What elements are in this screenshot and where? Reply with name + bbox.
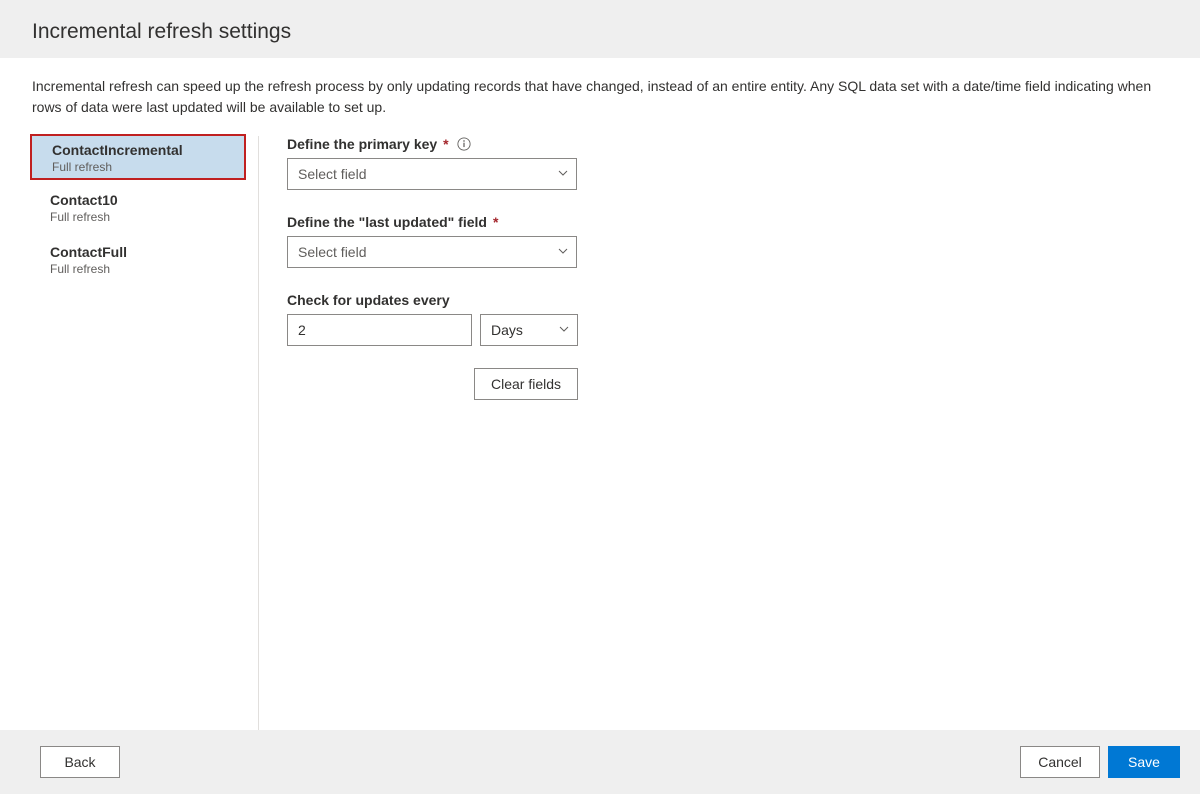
check-updates-unit-select[interactable]: Days: [480, 314, 578, 346]
primary-key-group: Define the primary key * Select field: [287, 136, 1168, 190]
unit-display: Days: [480, 314, 578, 346]
primary-key-label: Define the primary key *: [287, 136, 1168, 152]
sidebar-item-contactincremental[interactable]: ContactIncremental Full refresh: [30, 134, 246, 180]
last-updated-label: Define the "last updated" field *: [287, 214, 1168, 230]
page-body: Incremental refresh can speed up the ref…: [0, 58, 1200, 731]
required-asterisk: *: [443, 136, 448, 152]
last-updated-group: Define the "last updated" field * Select…: [287, 214, 1168, 268]
footer-bar: Back Cancel Save: [0, 730, 1200, 794]
last-updated-select[interactable]: Select field: [287, 236, 577, 268]
clear-fields-button[interactable]: Clear fields: [474, 368, 578, 400]
form-area: Define the primary key * Select field De…: [259, 136, 1168, 731]
sidebar-item-sub: Full refresh: [52, 160, 228, 174]
check-updates-group: Check for updates every Days Clear field…: [287, 292, 1168, 400]
label-text: Define the "last updated" field: [287, 214, 487, 230]
footer-right: Cancel Save: [1020, 746, 1180, 778]
label-text: Check for updates every: [287, 292, 450, 308]
primary-key-select[interactable]: Select field: [287, 158, 577, 190]
back-button[interactable]: Back: [40, 746, 120, 778]
sidebar-item-title: Contact10: [50, 192, 240, 208]
page-title: Incremental refresh settings: [32, 20, 1168, 44]
required-asterisk: *: [493, 214, 498, 230]
description-text: Incremental refresh can speed up the ref…: [32, 76, 1168, 118]
sidebar-item-title: ContactIncremental: [52, 142, 228, 158]
content-area: ContactIncremental Full refresh Contact1…: [32, 136, 1168, 731]
save-button[interactable]: Save: [1108, 746, 1180, 778]
sidebar-item-sub: Full refresh: [50, 262, 240, 276]
info-icon[interactable]: [457, 137, 471, 151]
check-updates-input[interactable]: [287, 314, 472, 346]
sidebar-item-contact10[interactable]: Contact10 Full refresh: [32, 184, 258, 230]
page-header: Incremental refresh settings: [0, 0, 1200, 58]
label-text: Define the primary key: [287, 136, 437, 152]
sidebar-item-title: ContactFull: [50, 244, 240, 260]
sidebar-item-sub: Full refresh: [50, 210, 240, 224]
entity-sidebar: ContactIncremental Full refresh Contact1…: [32, 136, 259, 731]
clear-fields-row: Clear fields: [287, 368, 578, 400]
sidebar-item-contactfull[interactable]: ContactFull Full refresh: [32, 236, 258, 282]
check-updates-row: Days: [287, 314, 1168, 346]
select-display: Select field: [287, 158, 577, 190]
cancel-button[interactable]: Cancel: [1020, 746, 1100, 778]
check-updates-label: Check for updates every: [287, 292, 1168, 308]
select-display: Select field: [287, 236, 577, 268]
